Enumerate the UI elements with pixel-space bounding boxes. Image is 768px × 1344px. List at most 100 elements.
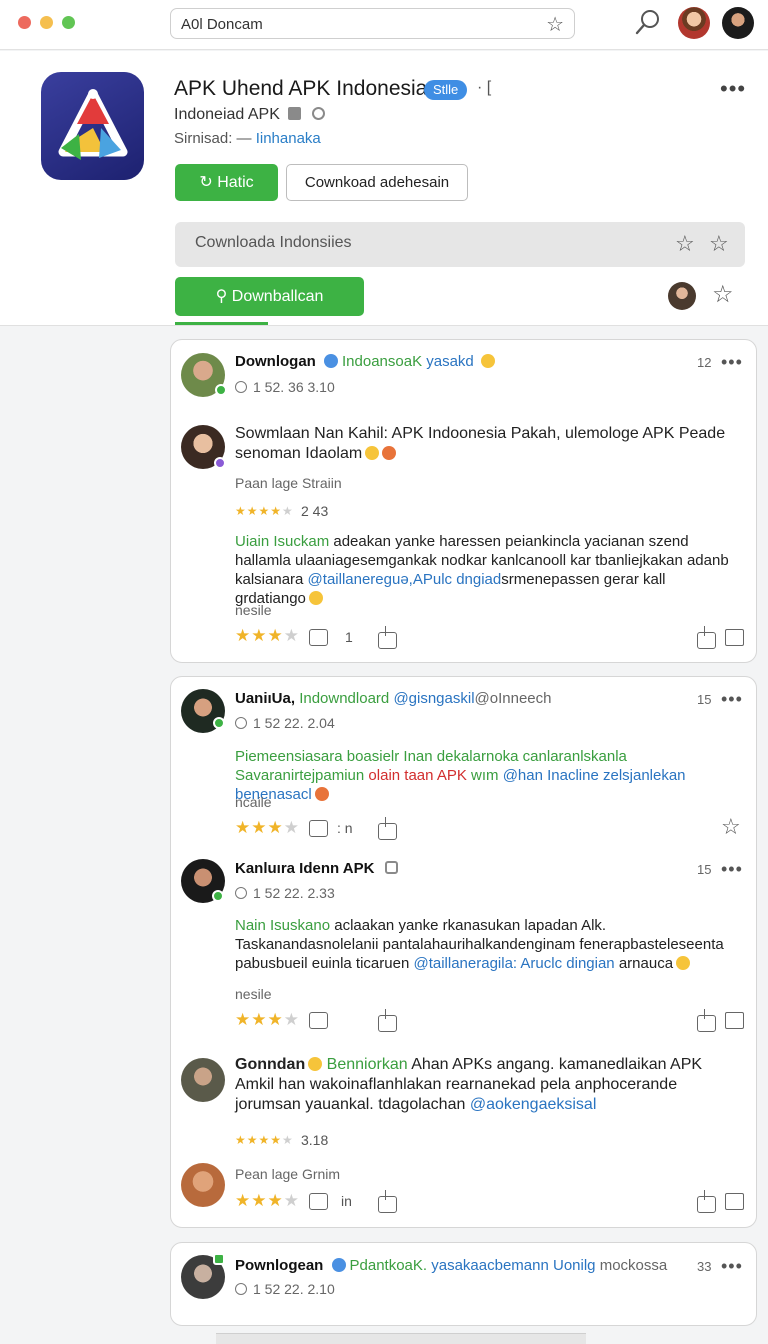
account-avatar[interactable] bbox=[722, 7, 754, 39]
reviewer-name[interactable]: Downlogan IndoansoaK yasakd bbox=[235, 353, 495, 370]
mention-link[interactable]: @taillanereguə,APulc dngiad bbox=[308, 571, 502, 588]
rate-star-icon[interactable]: ☆ bbox=[712, 280, 734, 309]
app-status-badge: Stlle bbox=[424, 80, 468, 100]
reviewer-name-text: Pownlogean bbox=[235, 1257, 324, 1274]
flag-icon[interactable] bbox=[725, 1193, 744, 1210]
meta-label: Sirnisad: — bbox=[174, 130, 252, 147]
reviewer-tag[interactable]: PdantkoaK. bbox=[350, 1257, 428, 1274]
mention-link[interactable]: @aokengaeksisal bbox=[470, 1096, 597, 1113]
bottom-scroll-strip[interactable] bbox=[216, 1333, 586, 1344]
highlight-text-2: wım bbox=[471, 767, 499, 784]
profile-avatar[interactable] bbox=[678, 7, 710, 39]
user-avatar[interactable] bbox=[668, 282, 696, 310]
verified-icon bbox=[213, 717, 225, 729]
reviewer-name-text: Downlogan bbox=[235, 353, 316, 370]
review-card: UaniıUa, Indowndloard @gisngaskil@oInnee… bbox=[170, 676, 757, 1228]
reviewer-name[interactable]: Kanluıra Idenn APK bbox=[235, 860, 398, 877]
app-meta: Sirnisad: — Iinhanaka bbox=[174, 130, 321, 147]
favorite-star-icon[interactable]: ☆ bbox=[709, 231, 729, 257]
reviewer-tag-3: mockossa bbox=[599, 1257, 668, 1274]
app-subtitle: Indoneiad APK bbox=[174, 106, 325, 124]
flag-icon[interactable] bbox=[725, 1012, 744, 1029]
share-icon[interactable] bbox=[378, 817, 397, 840]
search-input[interactable]: Cownloada Indonsiies ☆ ☆ bbox=[175, 222, 745, 267]
rating-value: 2 43 bbox=[301, 503, 329, 519]
footer-label: ncaile bbox=[235, 794, 272, 810]
reviewer-tag-2[interactable]: yasakaacbemann Uonilg bbox=[431, 1257, 595, 1274]
search-icon: ⚲ bbox=[215, 288, 232, 305]
info-icon bbox=[288, 107, 302, 120]
emoji-icon bbox=[365, 446, 380, 460]
avatar[interactable] bbox=[181, 1058, 225, 1102]
minimize-window-button[interactable] bbox=[40, 16, 53, 29]
app-logo-icon bbox=[41, 72, 144, 180]
app-title: APK Uhend APK Indonesia bbox=[174, 77, 428, 100]
reviewer-tag[interactable]: Benniorkan bbox=[327, 1056, 408, 1073]
reviewer-name[interactable]: UaniıUa, Indowndloard @gisngaskil@oInnee… bbox=[235, 690, 551, 707]
like-icon[interactable] bbox=[309, 1193, 328, 1210]
more-icon[interactable]: ••• bbox=[721, 689, 743, 710]
more-options-icon[interactable]: ••• bbox=[720, 76, 746, 102]
share-icon[interactable] bbox=[378, 1009, 397, 1032]
reply-label: Pean lage Grnim bbox=[235, 1166, 341, 1182]
more-icon[interactable]: ••• bbox=[721, 859, 743, 880]
share-icon[interactable] bbox=[697, 1190, 716, 1213]
close-window-button[interactable] bbox=[18, 16, 31, 29]
star-icon[interactable]: ☆ bbox=[675, 231, 695, 257]
reviewer-name-text[interactable]: Gonndan bbox=[235, 1056, 305, 1073]
install-icon: ↻ bbox=[199, 174, 218, 191]
download-button[interactable]: ⚲ Downballcan bbox=[175, 277, 364, 316]
download-details-button[interactable]: Cownkoad adehesain bbox=[286, 164, 468, 201]
avatar[interactable] bbox=[181, 1163, 225, 1207]
reviewer-name[interactable]: Pownlogean PdantkoaK. yasakaacbemann Uon… bbox=[235, 1257, 667, 1274]
review-count: 15 bbox=[697, 692, 712, 707]
share-icon[interactable] bbox=[697, 626, 716, 649]
search-icon[interactable] bbox=[634, 8, 662, 38]
reviewer-tag[interactable]: Indowndloard bbox=[299, 690, 389, 707]
settings-icon bbox=[311, 107, 325, 120]
share-icon[interactable] bbox=[378, 1190, 397, 1213]
share-icon[interactable] bbox=[697, 1009, 716, 1032]
verified-icon bbox=[213, 1253, 225, 1265]
star-icon[interactable]: ☆ bbox=[721, 814, 741, 840]
address-bar[interactable]: A0l Doncam ☆ bbox=[170, 8, 575, 39]
search-placeholder: Cownloada Indonsiies bbox=[195, 234, 352, 251]
rating-stars[interactable]: ★★★★ bbox=[235, 1191, 300, 1211]
highlight-text: Uiain Isuckam bbox=[235, 533, 330, 550]
reviewer-tag-2[interactable]: @gisngaskil bbox=[393, 690, 474, 707]
review-text-content: Sowmlaan Nan Kahil: APK Indoonesia Pakah… bbox=[235, 425, 726, 462]
emoji-icon bbox=[382, 446, 397, 460]
active-tab-indicator bbox=[175, 322, 268, 325]
review-count: 33 bbox=[697, 1259, 712, 1274]
share-icon[interactable] bbox=[378, 626, 397, 649]
app-subtitle-text: Indoneiad APK bbox=[174, 106, 280, 123]
flag-icon[interactable] bbox=[725, 629, 744, 646]
info-icon bbox=[384, 861, 398, 874]
bookmark-star-icon[interactable]: ☆ bbox=[546, 12, 564, 37]
reviewer-tag-3: @oInneech bbox=[474, 690, 552, 707]
mention-link[interactable]: @taillaneragila: Aruclc dingian bbox=[413, 955, 614, 972]
rating-stars[interactable]: ★★★★ bbox=[235, 626, 300, 646]
highlight-text: Nain Isuskano bbox=[235, 917, 331, 934]
verified-icon bbox=[212, 890, 224, 902]
verified-icon bbox=[214, 457, 226, 469]
like-icon[interactable] bbox=[309, 820, 328, 837]
like-icon[interactable] bbox=[309, 1012, 328, 1029]
reviewer-tag[interactable]: IndoansoaK bbox=[342, 353, 422, 370]
review-body: Uiain Isuckam adeakan yanke haressen pei… bbox=[235, 532, 735, 608]
footer-label: nesile bbox=[235, 602, 272, 618]
like-icon[interactable] bbox=[309, 629, 328, 646]
more-icon[interactable]: ••• bbox=[721, 352, 743, 373]
reply-label: Paan lage Straiin bbox=[235, 475, 342, 491]
review-count: 15 bbox=[697, 862, 712, 877]
red-text: olain taan APK bbox=[368, 767, 467, 784]
maximize-window-button[interactable] bbox=[62, 16, 75, 29]
meta-link[interactable]: Iinhanaka bbox=[256, 130, 321, 147]
rating-stars[interactable]: ★★★★ bbox=[235, 818, 300, 838]
address-text: A0l Doncam bbox=[181, 16, 263, 33]
app-header: APK Uhend APK Indonesia Stlle · [ ••• In… bbox=[0, 51, 768, 326]
reviewer-tag-2[interactable]: yasakd bbox=[426, 353, 474, 370]
install-button[interactable]: ↻ Hatic bbox=[175, 164, 278, 201]
rating-stars[interactable]: ★★★★ bbox=[235, 1010, 300, 1030]
more-icon[interactable]: ••• bbox=[721, 1256, 743, 1277]
